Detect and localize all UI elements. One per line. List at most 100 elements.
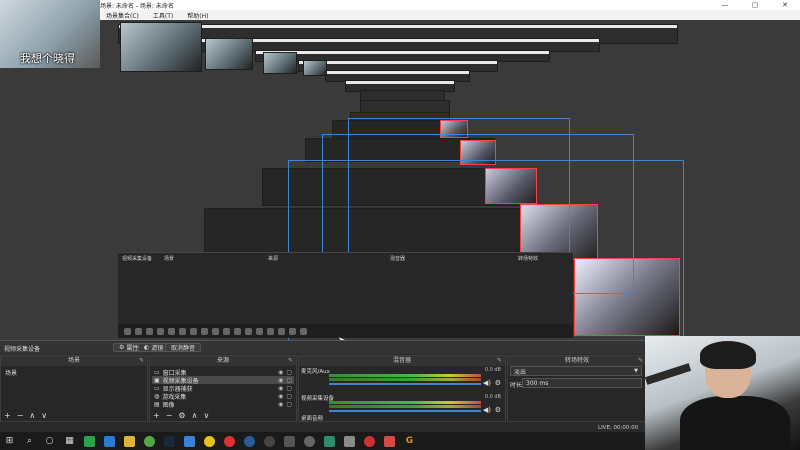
level-meter: [329, 401, 481, 404]
minimize-button[interactable]: —: [710, 0, 740, 10]
add-scene-button[interactable]: +: [4, 411, 11, 420]
app-g-icon[interactable]: G: [404, 436, 415, 447]
maximize-button[interactable]: ▢: [740, 0, 770, 10]
steam-icon[interactable]: [164, 435, 175, 447]
level-meter: [329, 405, 481, 408]
menu-bar: 场景集合(C) 工具(T) 帮助(H): [100, 10, 800, 20]
security-360-icon[interactable]: [144, 435, 155, 447]
add-source-button[interactable]: +: [153, 411, 160, 420]
explorer-icon[interactable]: [104, 435, 115, 447]
dock-close-icon: ✎: [637, 357, 643, 364]
cortana-icon[interactable]: ○: [44, 436, 55, 447]
source-item[interactable]: ▤ 图像 ◉ ▢: [152, 400, 294, 409]
preview-canvas[interactable]: 视频采集设备 场景 来源 混音器 转场特效 ➤: [0, 20, 800, 340]
photos-icon[interactable]: [324, 435, 335, 447]
gear-icon: ⚙: [119, 344, 125, 351]
search-icon[interactable]: ⌕: [24, 436, 35, 447]
subtitle-text: 我想个晓得: [20, 52, 75, 65]
move-down-button[interactable]: ∨: [41, 411, 47, 420]
nested-camera-thumb: [263, 52, 297, 74]
source-settings-button[interactable]: ⚙: [178, 411, 185, 420]
scene-item[interactable]: 场景: [3, 368, 145, 377]
sources-panel: 来源 ✎ ▭ 窗口采集 ◉ ▢ ▣ 视频采集设备 ◉ ▢ ▭ 显示器捕获 ◉ ▢ ◍ 游戏采集 ◉ ▢ ▤…: [149, 355, 297, 422]
speaker-icon[interactable]: ◀): [483, 406, 491, 414]
eye-icon[interactable]: ◉: [278, 377, 283, 384]
chrome-icon[interactable]: [204, 435, 215, 447]
menu-scene-collection[interactable]: 场景集合(C): [106, 11, 139, 20]
image-icon: ▤: [154, 400, 160, 408]
nested-scenes-title: 场景: [164, 256, 175, 262]
eye-icon[interactable]: ◉: [278, 393, 283, 400]
recorder-icon[interactable]: [284, 435, 295, 447]
close-button[interactable]: ✕: [770, 0, 800, 10]
mixer-track: 桌面音频: [301, 414, 503, 422]
monitor-icon: ▭: [154, 384, 160, 392]
remove-scene-button[interactable]: −: [17, 411, 24, 420]
mixer-title: 混音器 ✎: [299, 356, 505, 366]
app-icon[interactable]: [344, 435, 355, 447]
mixer-panel: 混音器 ✎ 麦克风/Aux 0.0 dB ◀) ⚙ 视频采集设备 0.0 dB ◀…: [298, 355, 506, 422]
lock-icon[interactable]: ▢: [286, 393, 292, 400]
microphone-arm: [645, 363, 692, 385]
eye-icon[interactable]: ◉: [278, 385, 283, 392]
eye-icon[interactable]: ◉: [278, 401, 283, 408]
move-up-button[interactable]: ∧: [29, 411, 35, 420]
mixer-track: 麦克风/Aux 0.0 dB ◀) ⚙: [301, 367, 503, 395]
dock-close-icon: ✎: [287, 357, 293, 364]
selection-guide: [348, 118, 570, 258]
eye-icon[interactable]: ◉: [278, 369, 283, 376]
sources-title: 来源 ✎: [150, 356, 296, 366]
filter-icon: ◐: [144, 344, 150, 351]
dock-close-icon: ✎: [138, 357, 144, 364]
duration-input[interactable]: 300 ms: [522, 378, 642, 388]
move-down-button[interactable]: ∨: [203, 411, 209, 420]
transition-select[interactable]: 淡出 ▼: [510, 366, 642, 376]
start-icon[interactable]: ⊞: [4, 436, 15, 447]
window-title: 场景: 未命名 - 场景: 未命名: [100, 3, 174, 10]
lock-icon[interactable]: ▢: [286, 401, 292, 408]
lock-icon[interactable]: ▢: [286, 385, 292, 392]
menu-tools[interactable]: 工具(T): [153, 11, 173, 20]
window-icon: ▭: [154, 368, 160, 376]
netease-icon[interactable]: [224, 435, 235, 447]
nested-scene-label: 视频采集设备: [122, 256, 153, 262]
edge-icon[interactable]: [244, 435, 255, 447]
wechat-icon[interactable]: [84, 435, 95, 447]
track-name: 麦克风/Aux: [301, 369, 330, 375]
camera-app-icon[interactable]: [264, 435, 275, 447]
move-up-button[interactable]: ∧: [192, 411, 198, 420]
volume-fader[interactable]: [329, 383, 481, 385]
nested-camera-thumb: [120, 22, 202, 72]
media-icon[interactable]: [384, 435, 395, 447]
netease-music-icon[interactable]: [364, 435, 375, 447]
track-db: 0.0 dB: [484, 367, 501, 373]
menu-help[interactable]: 帮助(H): [187, 11, 208, 20]
track-db: 0.0 dB: [484, 394, 501, 400]
obs-icon[interactable]: [304, 435, 315, 447]
folder-icon[interactable]: [124, 435, 135, 447]
remove-source-button[interactable]: −: [166, 411, 173, 420]
volume-fader[interactable]: [329, 410, 481, 412]
gamepad-icon: ◍: [154, 392, 160, 400]
camera-thumbnail: 我想个晓得: [0, 0, 100, 68]
webcam-overlay: [645, 336, 800, 450]
taskview-icon[interactable]: ▦: [64, 436, 75, 447]
camera-icon: ▣: [154, 376, 160, 384]
lock-icon[interactable]: ▢: [286, 377, 292, 384]
scenes-panel: 场景 ✎ 场景 + − ∧ ∨: [0, 355, 148, 422]
gear-icon[interactable]: ⚙: [495, 379, 501, 387]
current-source-label: 视频采集设备: [4, 346, 41, 353]
nested-camera-thumb: [205, 38, 253, 70]
nested-obs-docks: 视频采集设备 场景 来源 混音器 转场特效: [118, 252, 573, 324]
nested-sources-title: 来源: [268, 256, 279, 262]
nested-camera-thumb: [303, 60, 327, 76]
chevron-down-icon: ▼: [634, 368, 638, 374]
deactivate-button[interactable]: 取消静音: [165, 343, 202, 352]
app-icon[interactable]: [184, 435, 195, 447]
speaker-icon[interactable]: ◀): [483, 379, 491, 387]
window-titlebar: 场景: 未命名 - 场景: 未命名 — ▢ ✕: [0, 0, 800, 10]
gear-icon[interactable]: ⚙: [495, 406, 501, 414]
nested-transitions-title: 转场特效: [518, 256, 539, 262]
lock-icon[interactable]: ▢: [286, 369, 292, 376]
dock-close-icon: ✎: [496, 357, 502, 364]
